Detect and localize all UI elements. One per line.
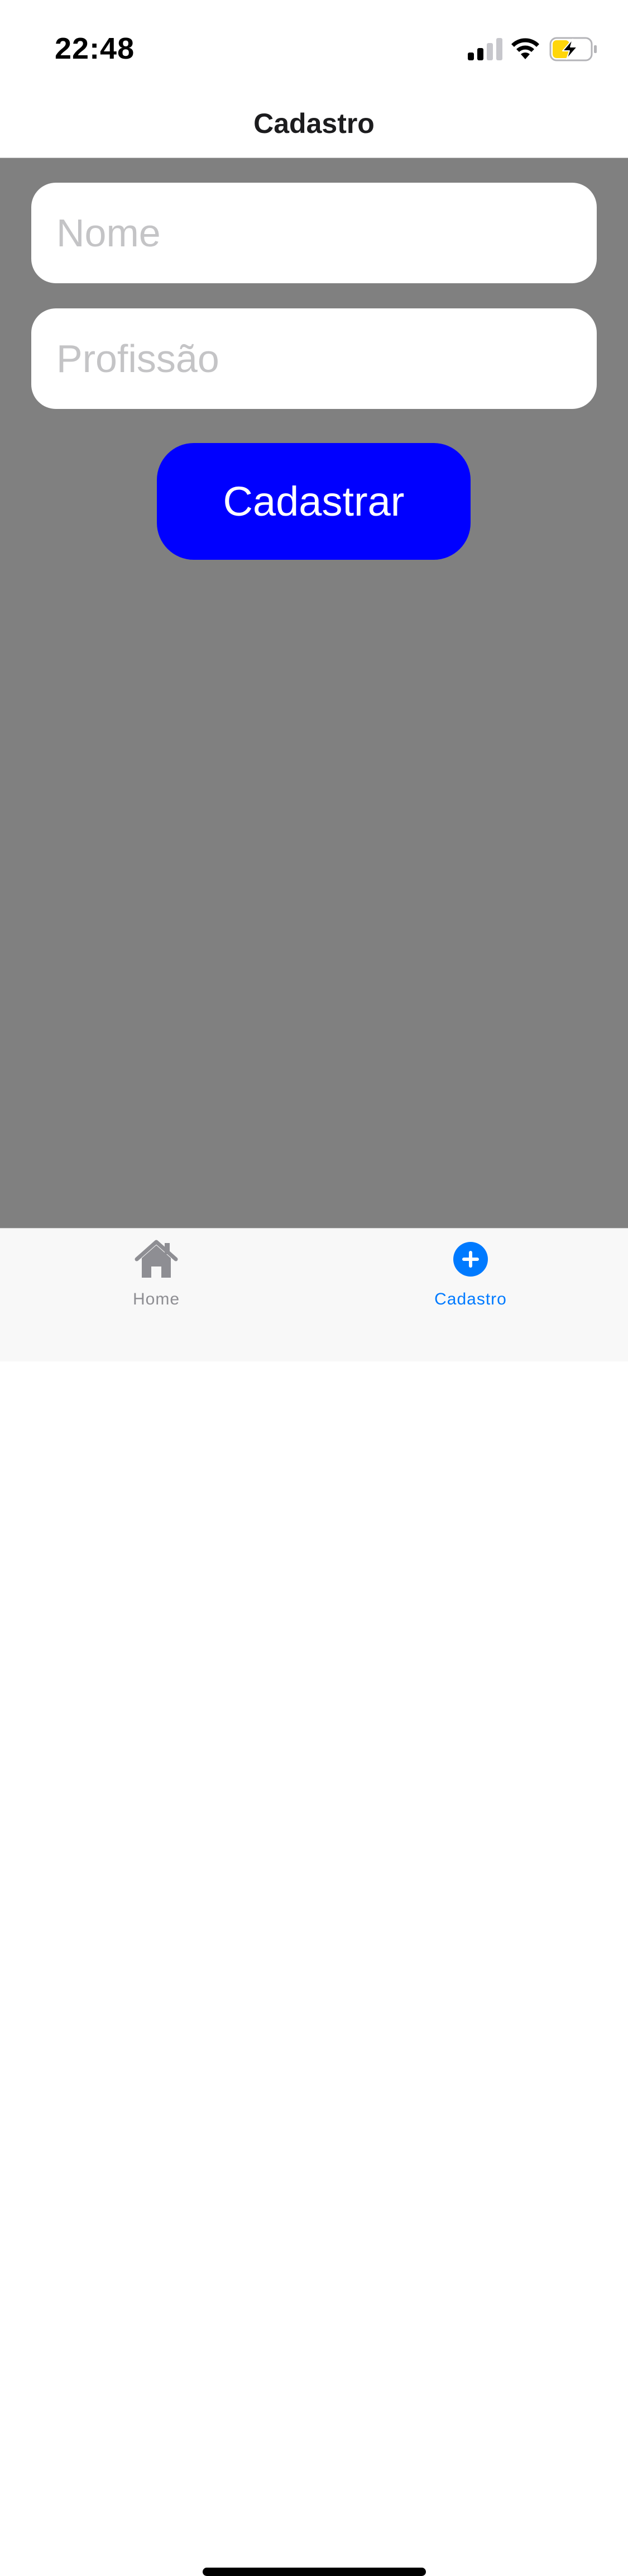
status-bar: 22:48 bbox=[0, 0, 628, 95]
cadastrar-button[interactable]: Cadastrar bbox=[157, 443, 471, 560]
tab-home[interactable]: Home bbox=[73, 1229, 240, 1318]
add-circle-icon bbox=[387, 1240, 554, 1279]
wifi-icon bbox=[510, 37, 540, 63]
cellular-signal-icon bbox=[468, 38, 502, 63]
home-indicator bbox=[203, 2568, 426, 2576]
status-time: 22:48 bbox=[55, 32, 135, 65]
profissao-input[interactable] bbox=[31, 308, 597, 409]
tab-bar: Home Cadastro bbox=[0, 1228, 628, 2576]
tab-cadastro[interactable]: Cadastro bbox=[387, 1229, 554, 1318]
tab-cadastro-label: Cadastro bbox=[434, 1290, 507, 1308]
home-icon bbox=[73, 1240, 240, 1279]
page-title: Cadastro bbox=[253, 108, 375, 139]
navigation-header: Cadastro bbox=[0, 95, 628, 158]
tab-home-label: Home bbox=[132, 1290, 180, 1308]
form-container: Cadastrar bbox=[0, 158, 628, 1228]
nome-input[interactable] bbox=[31, 183, 597, 283]
battery-charging-icon bbox=[549, 37, 597, 64]
